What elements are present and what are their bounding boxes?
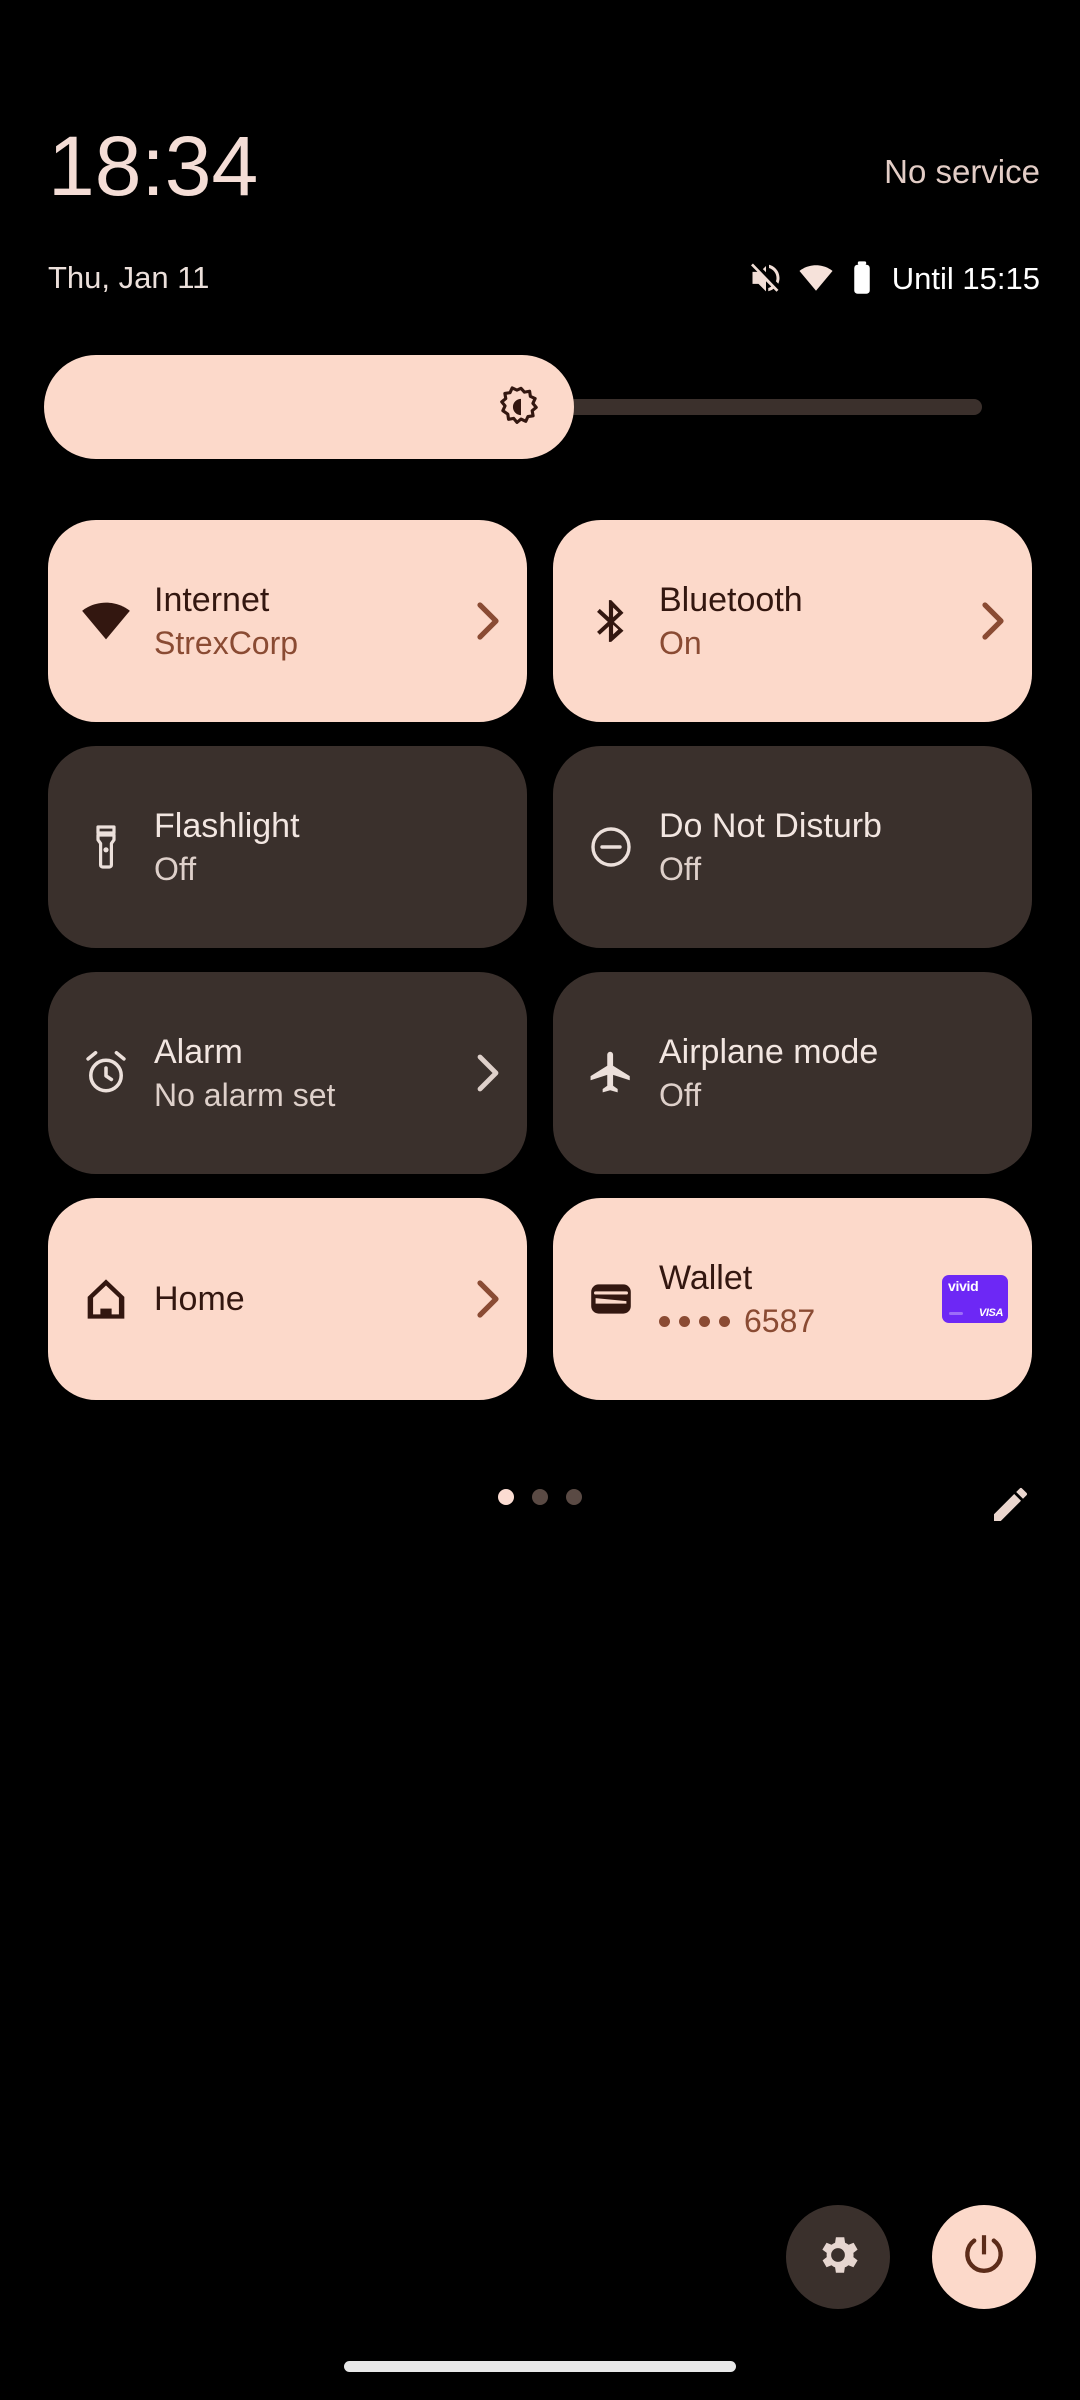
tile-labels: Home — [154, 1274, 463, 1324]
tile-labels: Airplane mode Off — [659, 1031, 1008, 1115]
page-dot-1[interactable] — [498, 1489, 514, 1505]
brightness-slider[interactable] — [44, 355, 982, 459]
tile-title: Do Not Disturb — [659, 807, 882, 845]
do-not-disturb-icon — [583, 819, 639, 875]
tile-row: Home Wallet 6587 vivid VISA — [48, 1198, 1032, 1400]
tile-subtitle: No alarm set — [154, 1077, 336, 1113]
wifi-icon — [798, 260, 834, 296]
tile-title: Internet — [154, 581, 270, 619]
tile-labels: Alarm No alarm set — [154, 1031, 463, 1115]
brightness-remaining-track — [524, 399, 982, 415]
wifi-icon — [78, 593, 134, 649]
chevron-right-icon[interactable] — [978, 599, 1008, 643]
page-indicator — [498, 1489, 582, 1505]
masked-digit-dot — [699, 1315, 710, 1327]
tile-labels: Flashlight Off — [154, 805, 503, 889]
card-network-label: VISA — [978, 1307, 1003, 1319]
settings-button[interactable] — [786, 2205, 890, 2309]
gear-icon — [813, 2230, 863, 2285]
tile-airplane-mode[interactable]: Airplane mode Off — [553, 972, 1032, 1174]
tile-subtitle: Off — [659, 1077, 702, 1113]
home-icon — [78, 1271, 134, 1327]
battery-icon — [848, 260, 876, 296]
tile-alarm[interactable]: Alarm No alarm set — [48, 972, 527, 1174]
pager-row — [0, 1475, 1080, 1535]
tile-wallet[interactable]: Wallet 6587 vivid VISA — [553, 1198, 1032, 1400]
tile-subtitle: Off — [659, 851, 702, 887]
footer-actions — [0, 2205, 1080, 2325]
chevron-right-icon[interactable] — [473, 1051, 503, 1095]
masked-digit-dot — [679, 1315, 690, 1327]
brightness-track[interactable] — [44, 355, 982, 459]
volume-mute-icon — [748, 260, 784, 296]
status-icons: Until 15:15 — [748, 258, 1040, 298]
tile-subtitle: Off — [154, 851, 197, 887]
carrier-label: No service — [884, 153, 1040, 190]
power-icon — [959, 2230, 1009, 2285]
brightness-icon — [499, 385, 543, 429]
tile-labels: Bluetooth On — [659, 579, 968, 663]
page-dot-2[interactable] — [532, 1489, 548, 1505]
battery-status-text: Until 15:15 — [891, 260, 1040, 296]
date-label: Thu, Jan 11 — [48, 260, 210, 295]
tile-do-not-disturb[interactable]: Do Not Disturb Off — [553, 746, 1032, 948]
clock: 18:34 — [48, 119, 259, 213]
masked-digit-dot — [719, 1315, 730, 1327]
alarm-clock-icon — [78, 1045, 134, 1101]
card-brand-label: vivid — [948, 1278, 979, 1294]
wallet-icon — [583, 1271, 639, 1327]
tile-labels: Wallet 6587 — [659, 1257, 928, 1341]
masked-digit-dot — [659, 1315, 670, 1327]
tile-title: Alarm — [154, 1033, 243, 1071]
tile-subtitle: On — [659, 625, 702, 661]
chevron-right-icon[interactable] — [473, 1277, 503, 1321]
tile-bluetooth[interactable]: Bluetooth On — [553, 520, 1032, 722]
quick-settings-tile-grid: Internet StrexCorp Bluetooth On Flashlig… — [48, 520, 1032, 1424]
page-dot-3[interactable] — [566, 1489, 582, 1505]
card-stripe — [949, 1312, 963, 1315]
tile-title: Home — [154, 1280, 245, 1318]
tile-title: Flashlight — [154, 807, 300, 845]
tile-subtitle: StrexCorp — [154, 625, 299, 661]
gesture-navigation-handle[interactable] — [344, 2361, 736, 2372]
power-button[interactable] — [932, 2205, 1036, 2309]
tile-row: Internet StrexCorp Bluetooth On — [48, 520, 1032, 722]
chevron-right-icon[interactable] — [473, 599, 503, 643]
tile-home[interactable]: Home — [48, 1198, 527, 1400]
bluetooth-icon — [583, 593, 639, 649]
tile-title: Bluetooth — [659, 581, 803, 619]
tile-title: Wallet — [659, 1259, 753, 1297]
card-last-four: 6587 — [744, 1303, 816, 1339]
airplane-icon — [583, 1045, 639, 1101]
tile-row: Alarm No alarm set Airplane mode Off — [48, 972, 1032, 1174]
payment-card-thumbnail: vivid VISA — [942, 1275, 1008, 1323]
quick-settings-screen: 18:34 No service Thu, Jan 11 Until 15:15… — [0, 0, 1080, 2400]
tile-subtitle: 6587 — [659, 1301, 928, 1341]
tile-internet[interactable]: Internet StrexCorp — [48, 520, 527, 722]
brightness-fill — [44, 355, 574, 459]
tile-labels: Internet StrexCorp — [154, 579, 463, 663]
flashlight-icon — [78, 819, 134, 875]
pencil-edit-icon[interactable] — [984, 1477, 1038, 1531]
tile-title: Airplane mode — [659, 1033, 879, 1071]
status-header: 18:34 No service Thu, Jan 11 Until 15:15 — [0, 0, 1080, 330]
tile-labels: Do Not Disturb Off — [659, 805, 1008, 889]
tile-row: Flashlight Off Do Not Disturb Off — [48, 746, 1032, 948]
tile-flashlight[interactable]: Flashlight Off — [48, 746, 527, 948]
